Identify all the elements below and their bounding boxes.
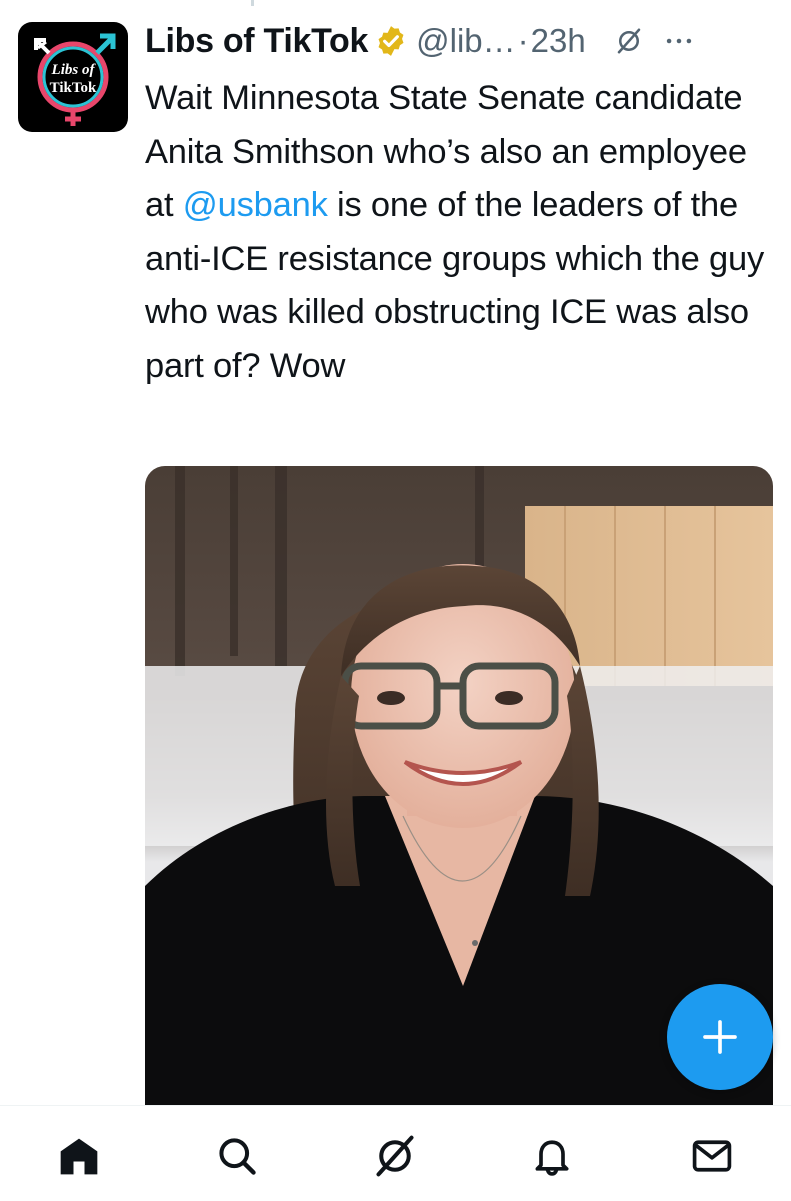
verified-badge-icon[interactable] [374,24,408,58]
more-options-icon[interactable] [662,24,696,58]
messages-icon [692,1140,732,1172]
plus-icon [703,1020,737,1054]
nav-grok[interactable] [373,1134,417,1178]
grok-icon [376,1135,414,1177]
bottom-navigation-bar [0,1105,791,1201]
handle[interactable]: @lib… [416,22,516,60]
separator-dot: · [517,22,529,59]
tweet-text: Wait Minnesota State Senate candidate An… [145,72,775,393]
nav-home[interactable] [57,1134,101,1178]
tweet-header: Libs of TikTok @lib… · 23h [145,18,775,64]
nav-messages[interactable] [690,1134,734,1178]
nav-notifications[interactable] [530,1134,574,1178]
search-icon [219,1138,256,1175]
display-name[interactable]: Libs of TikTok [145,22,368,61]
avatar[interactable]: Libs of TikTok [18,22,128,132]
compose-button[interactable] [667,984,773,1090]
timestamp[interactable]: 23h [531,22,586,60]
avatar-label-line2: TikTok [49,80,97,96]
grok-icon[interactable] [614,26,644,56]
nav-search[interactable] [215,1134,259,1178]
notifications-icon [535,1140,569,1176]
home-icon [60,1138,98,1175]
mention-link[interactable]: @usbank [183,186,328,224]
thread-connector-line [251,0,254,6]
avatar-label-line1: Libs of [51,62,95,78]
